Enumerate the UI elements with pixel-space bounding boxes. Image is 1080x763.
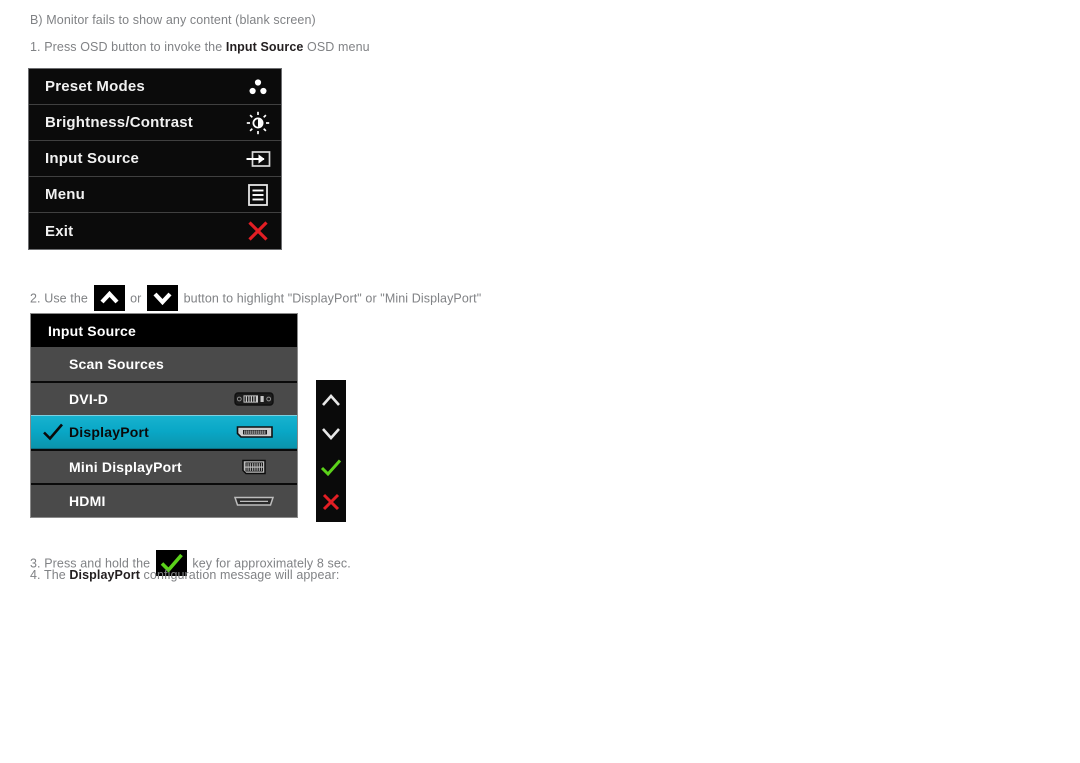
down-chevron-key-inline[interactable] <box>147 285 179 311</box>
step-2-middle: or <box>126 291 146 306</box>
step-4-bold: DisplayPort <box>69 568 140 582</box>
step-2-text: 2. Use the or button to highlight "Displ… <box>30 285 482 312</box>
step-1-prefix: 1. Press OSD button to invoke the <box>30 40 226 54</box>
input-source-item-label: HDMI <box>69 493 106 509</box>
input-source-menu-title: Input Source <box>48 322 136 339</box>
ok-check-key[interactable] <box>318 453 344 483</box>
up-chevron-key[interactable] <box>318 385 344 415</box>
step-2-suffix: button to highlight "DisplayPort" or "Mi… <box>180 291 482 306</box>
input-source-icon <box>245 146 271 172</box>
exit-x-icon <box>245 218 271 244</box>
osd-menu-item-input-source[interactable]: Input Source <box>29 141 281 177</box>
input-source-item-label: DVI-D <box>69 391 109 407</box>
displayport-icon <box>231 424 277 441</box>
section-heading: B) Monitor fails to show any content (bl… <box>30 12 316 28</box>
step-4-prefix: 4. The <box>30 568 70 582</box>
up-chevron-key-inline[interactable] <box>93 285 125 311</box>
osd-menu-item-preset-modes[interactable]: Preset Modes <box>29 69 281 105</box>
mini-displayport-icon <box>231 458 277 476</box>
osd-menu-item-exit[interactable]: Exit <box>29 213 281 249</box>
section-heading-text: B) Monitor fails to show any content (bl… <box>30 13 316 27</box>
selected-check-icon <box>37 422 69 442</box>
monitor-key-strip[interactable] <box>316 380 346 522</box>
brightness-contrast-icon <box>245 110 271 136</box>
input-source-item-label: DisplayPort <box>69 424 149 440</box>
osd-menu-item-label: Preset Modes <box>45 78 145 95</box>
hdmi-icon <box>231 494 277 508</box>
input-source-item-scan-sources[interactable]: Scan Sources <box>31 347 297 381</box>
input-source-item-mini-displayport[interactable]: Mini DisplayPort <box>31 449 297 483</box>
preset-modes-icon <box>245 74 271 100</box>
osd-menu-item-brightness-contrast[interactable]: Brightness/Contrast <box>29 105 281 141</box>
step-1-text: 1. Press OSD button to invoke the Input … <box>30 39 370 55</box>
step-4-text: 4. The DisplayPort configuration message… <box>30 567 339 583</box>
menu-lines-icon <box>245 182 271 208</box>
osd-menu-item-label: Exit <box>45 222 74 240</box>
input-source-item-label: Scan Sources <box>69 356 164 372</box>
step-1-suffix: OSD menu <box>303 40 370 54</box>
input-source-item-hdmi[interactable]: HDMI <box>31 483 297 517</box>
step-2-prefix: 2. Use the <box>30 291 92 306</box>
input-source-menu-header: Input Source <box>31 314 297 347</box>
dvi-d-icon <box>231 391 277 407</box>
osd-menu-item-label: Input Source <box>45 150 140 167</box>
step-4-suffix: configuration message will appear: <box>139 568 340 582</box>
input-source-item-dvi-d[interactable]: DVI-D <box>31 381 297 415</box>
input-source-menu[interactable]: Input Source Scan Sources DVI-D DisplayP… <box>30 313 298 518</box>
input-source-item-label: Mini DisplayPort <box>69 459 182 475</box>
input-source-item-displayport[interactable]: DisplayPort <box>31 415 297 449</box>
osd-menu-item-menu[interactable]: Menu <box>29 177 281 213</box>
down-chevron-key[interactable] <box>318 419 344 449</box>
osd-main-menu[interactable]: Preset Modes Brightness/Contrast Input S… <box>28 68 282 250</box>
osd-menu-item-label: Brightness/Contrast <box>45 114 193 131</box>
step-1-bold: Input Source <box>225 40 304 54</box>
exit-x-key[interactable] <box>318 487 344 517</box>
osd-menu-item-label: Menu <box>45 186 85 203</box>
